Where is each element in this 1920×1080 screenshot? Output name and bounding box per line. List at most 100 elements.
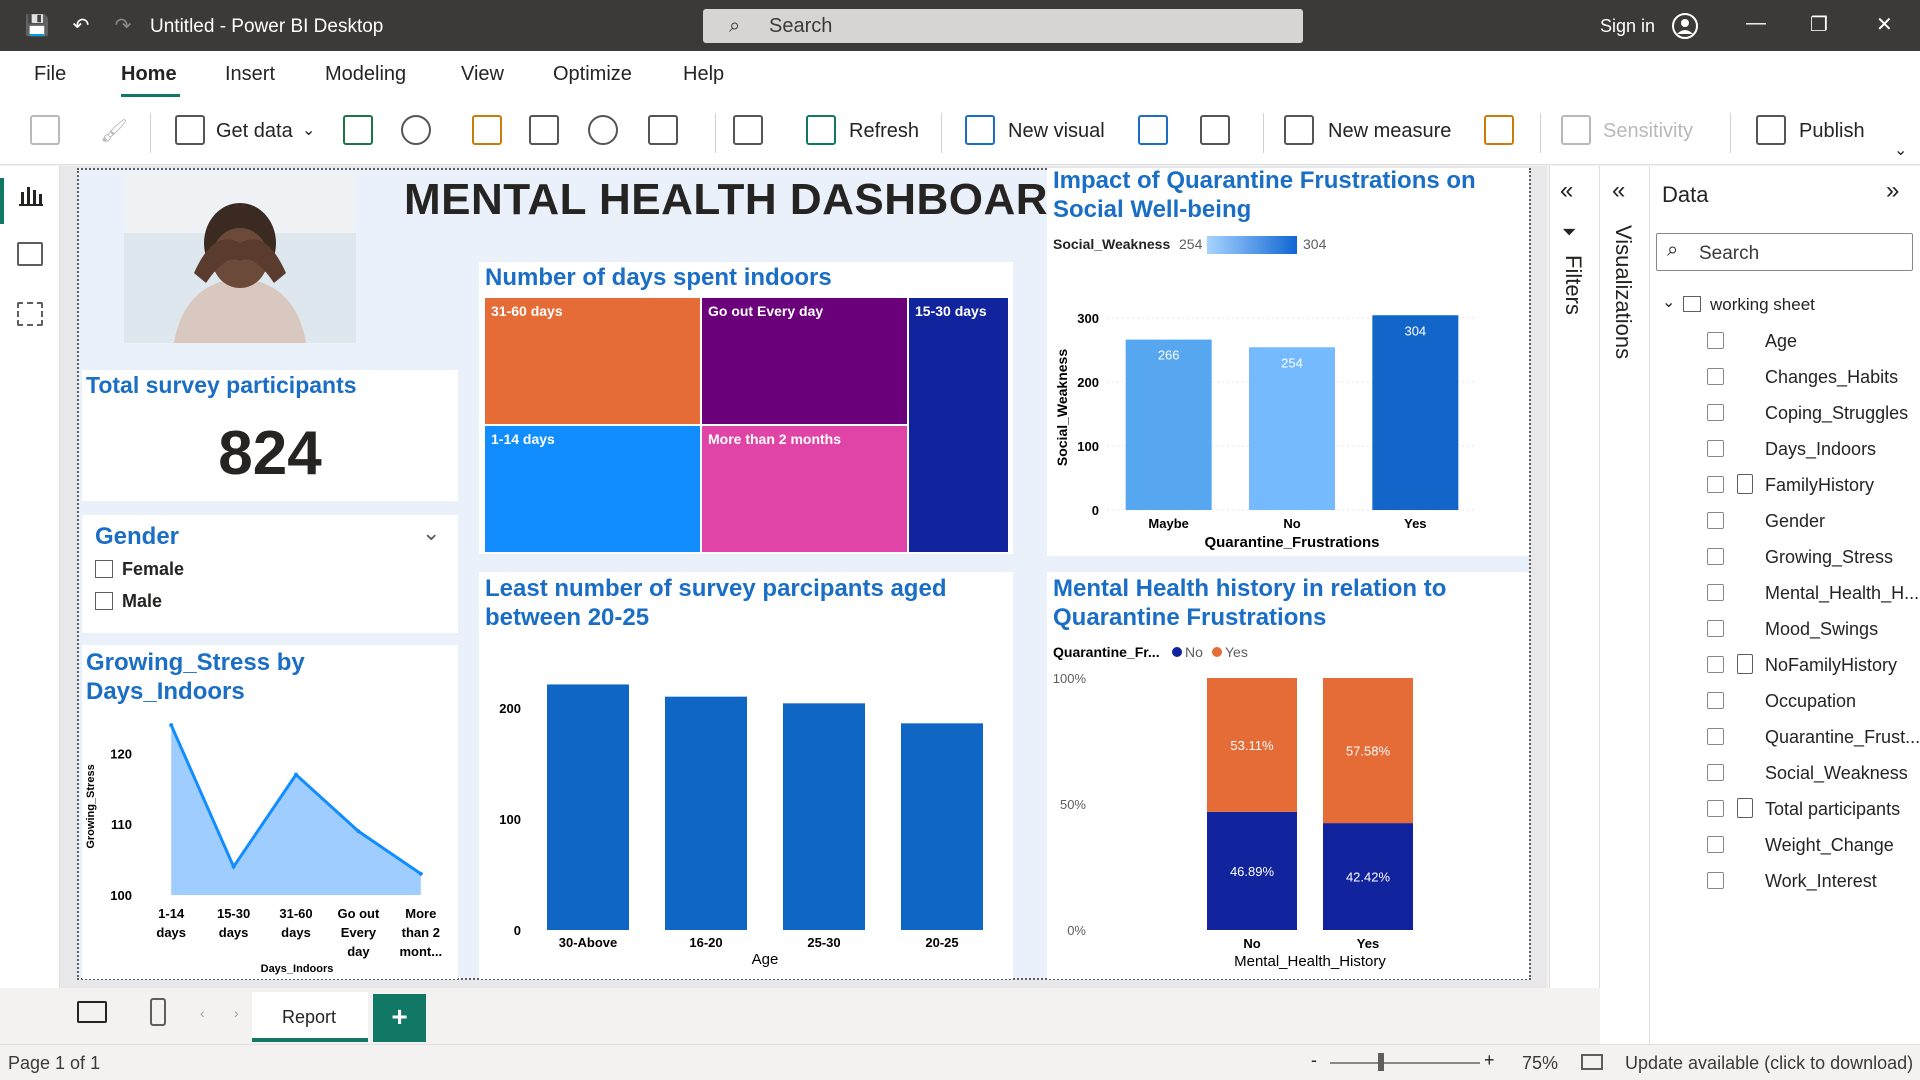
chevron-down-icon[interactable]: ⌄: [1662, 292, 1675, 312]
fit-page-icon[interactable]: [1581, 1054, 1603, 1070]
table-icon: [1683, 296, 1701, 312]
recent-sources-icon[interactable]: [648, 115, 678, 145]
close-icon[interactable]: ✕: [1876, 12, 1893, 37]
field-checkbox[interactable]: [1707, 476, 1724, 493]
field-item[interactable]: Growing_Stress: [1765, 547, 1893, 568]
menu-help[interactable]: Help: [683, 63, 724, 86]
quick-measure-icon[interactable]: [1484, 115, 1514, 145]
paste-icon[interactable]: [30, 115, 60, 145]
sign-in-link[interactable]: Sign in: [1600, 16, 1655, 37]
field-checkbox[interactable]: [1707, 440, 1724, 457]
zoom-slider-thumb[interactable]: [1378, 1053, 1384, 1071]
expand-filters-icon[interactable]: «: [1560, 177, 1573, 205]
model-view-icon[interactable]: [17, 302, 43, 326]
field-checkbox[interactable]: [1707, 692, 1724, 709]
slicer-chevron-icon[interactable]: ⌄: [422, 520, 440, 546]
field-item[interactable]: Gender: [1765, 511, 1825, 532]
account-icon[interactable]: [1671, 12, 1699, 40]
field-checkbox[interactable]: [1707, 836, 1724, 853]
transform-data-icon[interactable]: [733, 115, 763, 145]
field-checkbox[interactable]: [1707, 332, 1724, 349]
publish-icon[interactable]: [1756, 115, 1786, 145]
female-checkbox[interactable]: [95, 560, 113, 578]
field-item[interactable]: Age: [1765, 331, 1797, 352]
menu-optimize[interactable]: Optimize: [553, 63, 632, 86]
restore-icon[interactable]: ❐: [1810, 12, 1828, 37]
new-visual-button[interactable]: New visual: [1008, 120, 1105, 143]
next-page-icon[interactable]: ›: [234, 1005, 239, 1021]
zoom-slider-track[interactable]: [1330, 1062, 1480, 1064]
enter-data-icon[interactable]: [529, 115, 559, 145]
dataverse-icon[interactable]: [588, 115, 618, 145]
new-measure-button[interactable]: New measure: [1328, 120, 1451, 143]
menu-modeling[interactable]: Modeling: [325, 63, 406, 86]
onelake-icon[interactable]: [401, 115, 431, 145]
refresh-button[interactable]: Refresh: [849, 120, 919, 143]
report-view-icon[interactable]: [18, 182, 44, 208]
menu-insert[interactable]: Insert: [225, 63, 275, 86]
field-checkbox[interactable]: [1707, 404, 1724, 421]
treemap-label: 15-30 days: [915, 303, 987, 319]
zoom-in-icon[interactable]: +: [1484, 1050, 1495, 1071]
publish-button[interactable]: Publish: [1799, 120, 1865, 143]
table-view-icon[interactable]: [17, 242, 43, 266]
expand-visualizations-icon[interactable]: «: [1612, 177, 1625, 205]
undo-icon[interactable]: ↶: [68, 12, 94, 38]
field-checkbox[interactable]: [1707, 584, 1724, 601]
field-item[interactable]: Days_Indoors: [1765, 439, 1876, 460]
excel-icon[interactable]: [343, 115, 373, 145]
more-visuals-icon[interactable]: [1200, 115, 1230, 145]
field-checkbox[interactable]: [1707, 656, 1724, 673]
zoom-out-icon[interactable]: -: [1311, 1050, 1317, 1071]
menu-view[interactable]: View: [461, 63, 504, 86]
prev-page-icon[interactable]: ‹: [200, 1005, 205, 1021]
field-checkbox[interactable]: [1707, 728, 1724, 745]
save-icon[interactable]: 💾: [24, 12, 50, 38]
calculator-icon[interactable]: [1284, 115, 1314, 145]
field-item[interactable]: Changes_Habits: [1765, 367, 1898, 388]
minimize-icon[interactable]: —: [1746, 12, 1766, 35]
field-item[interactable]: FamilyHistory: [1765, 475, 1874, 496]
field-item[interactable]: Mood_Swings: [1765, 619, 1878, 640]
field-item[interactable]: Social_Weakness: [1765, 763, 1908, 784]
sql-icon[interactable]: [472, 115, 502, 145]
field-checkbox[interactable]: [1707, 368, 1724, 385]
chevron-down-icon[interactable]: ⌄: [302, 120, 315, 140]
visualizations-label[interactable]: Visualizations: [1610, 225, 1636, 359]
tab-report[interactable]: Report: [252, 992, 368, 1042]
field-item[interactable]: NoFamilyHistory: [1765, 655, 1897, 676]
collapse-ribbon-icon[interactable]: ⌄: [1894, 140, 1907, 160]
field-checkbox[interactable]: [1707, 548, 1724, 565]
field-checkbox[interactable]: [1707, 800, 1724, 817]
search-box[interactable]: ⌕ Search: [703, 9, 1303, 43]
field-item[interactable]: Coping_Struggles: [1765, 403, 1908, 424]
table-name[interactable]: working sheet: [1710, 295, 1815, 315]
get-data-button[interactable]: Get data: [216, 120, 293, 143]
update-available-link[interactable]: Update available (click to download): [1625, 1053, 1913, 1074]
field-checkbox[interactable]: [1707, 620, 1724, 637]
format-painter-icon[interactable]: 🖌: [100, 118, 128, 144]
mobile-layout-icon[interactable]: [150, 998, 166, 1026]
filters-label[interactable]: Filters: [1560, 255, 1586, 315]
field-checkbox[interactable]: [1707, 764, 1724, 781]
add-page-button[interactable]: +: [373, 994, 426, 1042]
redo-icon[interactable]: ↷: [110, 12, 136, 38]
field-item[interactable]: Weight_Change: [1765, 835, 1894, 856]
field-item[interactable]: Mental_Health_H...: [1765, 583, 1919, 604]
new-visual-icon[interactable]: [965, 115, 995, 145]
desktop-layout-icon[interactable]: [77, 1001, 107, 1023]
text-box-icon[interactable]: [1138, 115, 1168, 145]
field-checkbox[interactable]: [1707, 872, 1724, 889]
male-checkbox[interactable]: [95, 592, 113, 610]
refresh-icon[interactable]: [806, 115, 836, 145]
field-checkbox[interactable]: [1707, 512, 1724, 529]
data-search-input[interactable]: ⌕ Search: [1656, 233, 1913, 271]
database-icon[interactable]: [175, 115, 205, 145]
collapse-data-icon[interactable]: »: [1886, 177, 1899, 205]
field-item[interactable]: Occupation: [1765, 691, 1856, 712]
field-item[interactable]: Total participants: [1765, 799, 1900, 820]
menu-file[interactable]: File: [34, 63, 66, 86]
field-item[interactable]: Quarantine_Frust...: [1765, 727, 1920, 748]
menu-home[interactable]: Home: [121, 63, 177, 86]
field-item[interactable]: Work_Interest: [1765, 871, 1877, 892]
